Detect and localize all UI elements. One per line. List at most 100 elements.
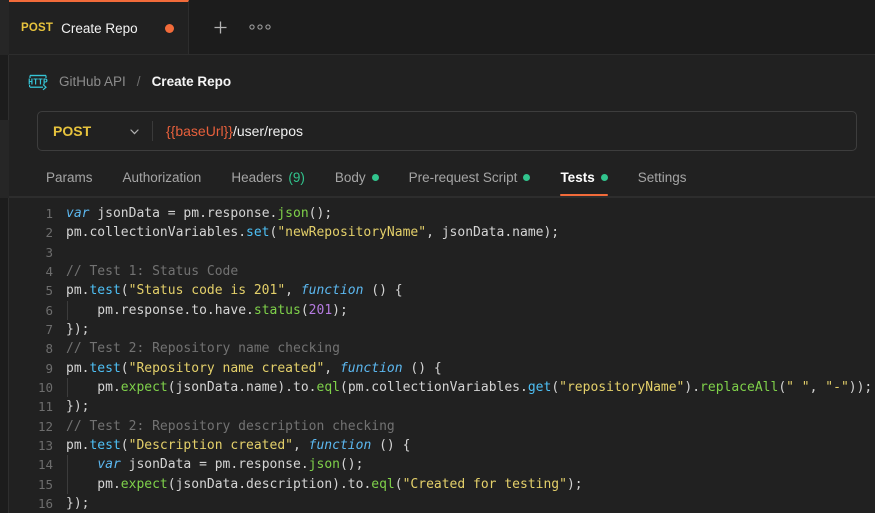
code-token: ); <box>543 225 560 241</box>
code-token: = <box>199 457 215 473</box>
code-token: ( <box>120 438 129 454</box>
code-token: name <box>246 380 278 396</box>
breadcrumb-collection[interactable]: GitHub API <box>59 74 126 89</box>
tab-authorization[interactable]: Authorization <box>108 158 217 196</box>
tab-pre-request-script-status-dot-icon <box>523 173 531 181</box>
code-line[interactable]: }); <box>66 494 875 513</box>
code-line[interactable]: pm.collectionVariables.set("newRepositor… <box>66 223 875 242</box>
tab-strip: POST Create Repo <box>9 0 875 55</box>
code-token: . <box>112 476 121 492</box>
code-line[interactable]: var jsonData = pm.response.json(); <box>66 455 875 475</box>
tab-body-label: Body <box>334 169 366 185</box>
code-token: jsonData <box>441 225 505 241</box>
tab-body[interactable]: Body <box>320 158 394 196</box>
code-token: . <box>246 302 254 318</box>
postman-request-window: POST Create Repo HTTP GitHub API / Creat… <box>0 0 875 513</box>
code-token: " " <box>786 380 810 396</box>
code-token: to <box>191 302 207 318</box>
tab-pre-request-script[interactable]: Pre-request Script <box>394 158 546 196</box>
tab-params[interactable]: Params <box>31 158 108 196</box>
code-line[interactable]: }); <box>66 397 875 416</box>
code-token: pm <box>66 380 113 396</box>
code-token: }); <box>66 399 90 415</box>
code-line[interactable]: pm.test("Description created", function … <box>66 436 875 455</box>
tab-body-status-dot-icon <box>371 173 379 181</box>
line-number: 10 <box>37 380 53 396</box>
request-tab-create-repo[interactable]: POST Create Repo <box>9 0 189 54</box>
tab-params-label: Params <box>46 169 93 185</box>
editor-code-area[interactable]: var jsonData = pm.response.json(); pm.col… <box>66 197 875 513</box>
code-token: json <box>308 457 340 473</box>
tab-settings-label: Settings <box>637 169 687 185</box>
breadcrumb: HTTP GitHub API / Create Repo <box>9 55 875 107</box>
code-token: have <box>214 302 247 318</box>
code-token: name <box>512 225 544 241</box>
tab-tests[interactable]: Tests <box>545 158 622 196</box>
line-number: 7 <box>45 322 53 338</box>
code-line[interactable] <box>66 243 875 262</box>
code-token: jsonData <box>175 380 239 396</box>
code-token: ). <box>684 380 701 396</box>
svg-text:HTTP: HTTP <box>28 76 48 86</box>
code-token: , <box>324 360 340 376</box>
tests-script-editor[interactable]: 1 2 3 4 5 6 7 8 9 10 11 12 13 14 15 16 var jsonData = p… <box>9 197 875 513</box>
breadcrumb-request-name[interactable]: Create Repo <box>152 74 232 89</box>
code-token: . <box>112 380 121 396</box>
code-line[interactable]: // Test 2: Repository description checki… <box>66 417 875 436</box>
code-token: . <box>238 380 247 396</box>
tab-settings[interactable]: Settings <box>623 158 702 196</box>
line-number: 1 <box>45 206 53 221</box>
code-token: test <box>89 360 121 376</box>
code-line[interactable]: // Test 2: Repository name checking <box>66 339 875 358</box>
http-method-value: POST <box>53 123 92 139</box>
code-token: pm <box>66 225 82 241</box>
code-token: var <box>97 457 129 473</box>
code-token: function <box>308 438 372 454</box>
code-token: , <box>293 438 309 454</box>
code-line[interactable]: // Test 1: Status Code <box>66 262 875 281</box>
code-token: json <box>277 206 309 221</box>
code-token: pm <box>66 302 113 318</box>
code-token: "Created for testing" <box>402 476 567 492</box>
code-token: pm <box>66 283 82 299</box>
tab-method-label: POST <box>21 22 54 34</box>
code-token: )); <box>848 380 873 396</box>
code-token: function <box>300 283 364 299</box>
code-token: "newRepositoryName" <box>277 225 427 241</box>
line-number: 9 <box>45 360 53 376</box>
code-line[interactable]: pm.test("Repository name created", funct… <box>66 359 875 378</box>
line-number: 12 <box>37 418 53 434</box>
code-token: , <box>426 225 442 241</box>
tab-overflow-menu-icon[interactable] <box>243 10 277 44</box>
code-line[interactable]: pm.test("Status code is 201", function (… <box>66 281 875 300</box>
code-line[interactable]: }); <box>66 320 875 339</box>
code-line[interactable]: pm.expect(jsonData.name).to.eql(pm.colle… <box>66 378 875 398</box>
code-line[interactable]: pm.expect(jsonData.description).to.eql("… <box>66 474 875 495</box>
sidebar-edge-rail[interactable] <box>0 0 9 513</box>
chevron-down-icon <box>128 125 141 138</box>
line-number: 6 <box>45 302 53 318</box>
code-token: . <box>199 206 207 221</box>
rail-segment-top <box>0 0 9 55</box>
code-token: ). <box>332 476 348 492</box>
code-line[interactable]: var jsonData = pm.response.json(); <box>66 204 875 223</box>
indent-guide <box>66 474 68 495</box>
code-token: jsonData <box>128 457 200 473</box>
code-token: ( <box>167 380 176 396</box>
line-number: 2 <box>45 225 53 241</box>
code-token: test <box>89 438 121 454</box>
code-token: pm <box>183 206 200 221</box>
code-token: . <box>504 225 513 241</box>
url-path-text: /user/repos <box>232 123 303 139</box>
tab-headers[interactable]: Headers (9) <box>216 158 320 196</box>
code-token: () { <box>402 360 442 376</box>
code-token: ( <box>394 476 403 492</box>
code-token: to <box>293 380 309 396</box>
editor-line-number-gutter: 1 2 3 4 5 6 7 8 9 10 11 12 13 14 15 16 <box>9 197 66 513</box>
url-input[interactable]: {{baseUrl}}/user/repos <box>153 112 856 150</box>
new-tab-plus-icon[interactable] <box>203 10 237 44</box>
code-token: "Description created" <box>128 438 293 454</box>
code-line[interactable]: pm.response.to.have.status(201); <box>66 300 875 321</box>
http-method-dropdown[interactable]: POST <box>38 112 152 150</box>
